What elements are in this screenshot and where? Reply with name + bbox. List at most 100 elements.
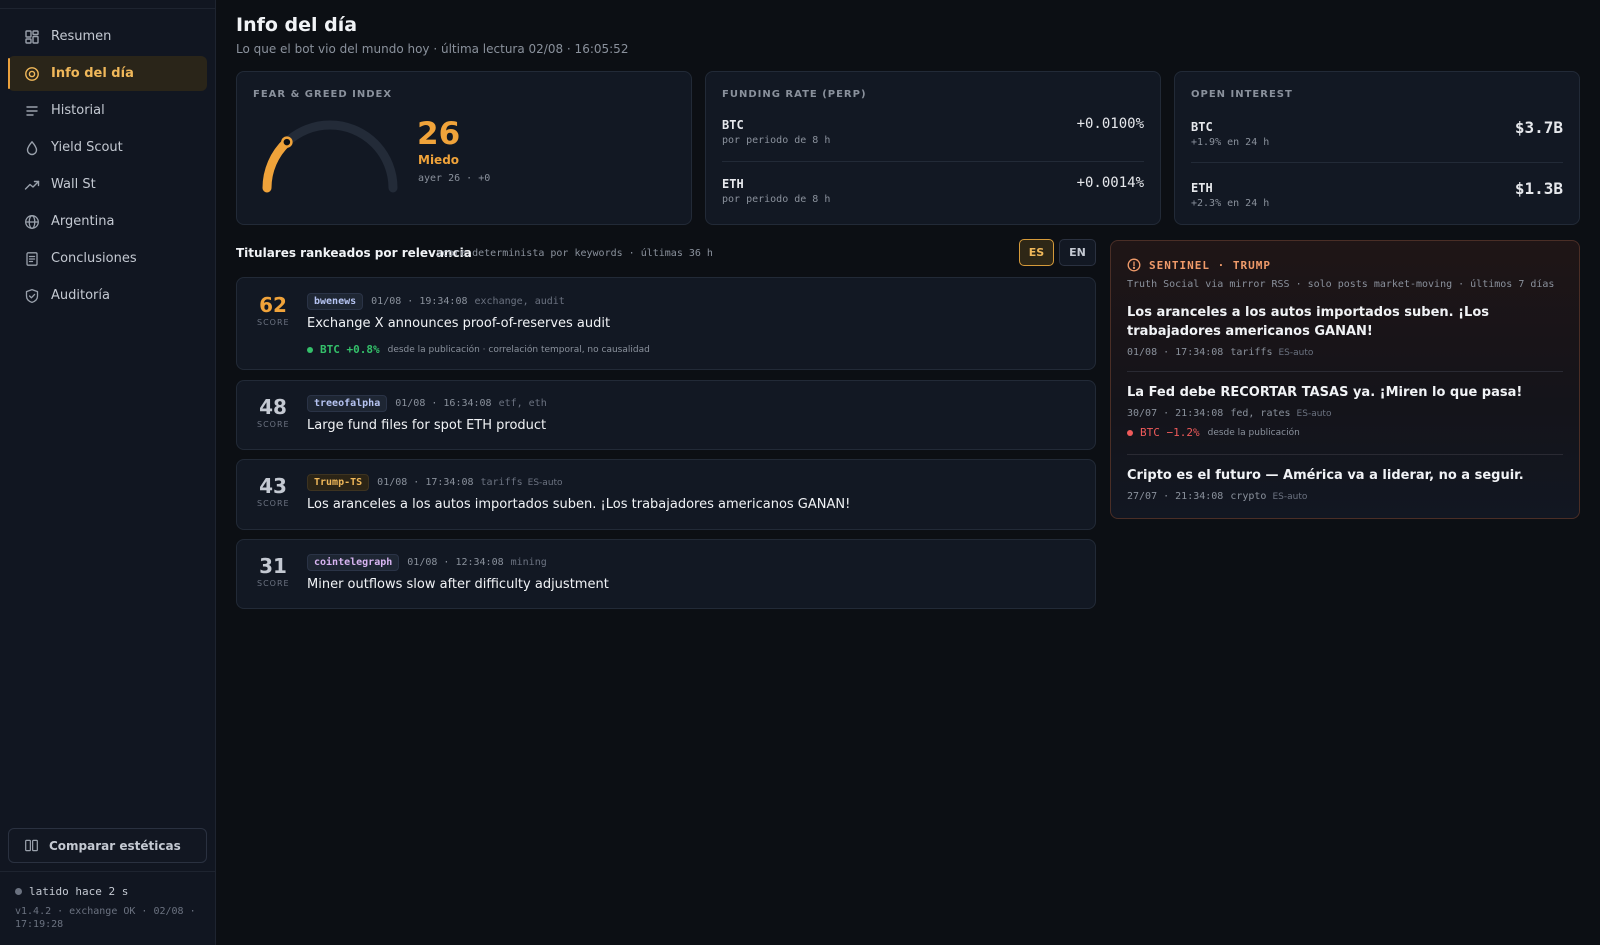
lang-es-button[interactable]: ES <box>1019 239 1054 266</box>
headline-text: Large fund files for spot ETH product <box>307 418 547 433</box>
headline-score: 62 <box>259 293 287 317</box>
headline-meta: bwenews 01/08 · 19:34:08 exchange, audit <box>307 293 565 310</box>
oi-change: +2.3% en 24 h <box>1191 198 1270 209</box>
headline-text: Exchange X announces proof-of-reserves a… <box>307 316 611 331</box>
impact-up-dot-icon <box>307 346 313 353</box>
sidebar-item-label: Auditoría <box>51 288 110 303</box>
headline-card[interactable]: 43 SCORE Trump-TS 01/08 · 17:34:08 tarif… <box>236 459 1096 530</box>
sidebar-divider <box>0 871 215 872</box>
sidebar-item-label: Conclusiones <box>51 251 137 266</box>
auto-translated-tag: ES-auto <box>1278 347 1314 358</box>
post-text: Cripto es el futuro — América va a lider… <box>1127 468 1524 483</box>
headline-tags: mining <box>510 557 547 568</box>
headline-score: 48 <box>259 395 287 419</box>
post-meta: 01/08 · 17:34:08 tariffs ES-auto <box>1127 347 1563 358</box>
divider <box>722 161 1144 162</box>
score-label: SCORE <box>257 499 290 508</box>
main-content: Info del día Lo que el bot vio del mundo… <box>236 0 1580 945</box>
divider <box>1127 371 1563 372</box>
headline-time: 01/08 · 12:34:08 <box>407 557 504 568</box>
post-time: 01/08 · 17:34:08 <box>1127 347 1224 358</box>
alert-circle-icon <box>1127 258 1141 272</box>
headline-text: Los aranceles a los autos importados sub… <box>307 497 851 512</box>
sidebar-item-label: Wall St <box>51 177 96 192</box>
post-meta: 27/07 · 21:34:08 crypto ES-auto <box>1127 491 1563 502</box>
heartbeat-status: latido hace 2 s <box>15 885 128 898</box>
sidebar-nav: Resumen Info del día Historial Yield Sco… <box>8 19 207 315</box>
impact-down-dot-icon <box>1127 429 1133 436</box>
sentinel-post[interactable]: Los aranceles a los autos importados sub… <box>1127 303 1563 358</box>
headline-meta: Trump-TS 01/08 · 17:34:08 tariffs ES-aut… <box>307 474 563 491</box>
oi-change: +1.9% en 24 h <box>1191 137 1270 148</box>
list-icon <box>24 103 40 119</box>
funding-row-eth: ETH por periodo de 8 h +0.0014% <box>722 173 1144 223</box>
compare-aesthetics-button[interactable]: Comparar estéticas <box>8 828 207 863</box>
gauge-track <box>262 120 398 193</box>
post-text: La Fed debe RECORTAR TASAS ya. ¡Miren lo… <box>1127 385 1523 400</box>
score-label: SCORE <box>257 420 290 429</box>
score-label: SCORE <box>257 318 290 327</box>
sidebar-item-label: Yield Scout <box>51 140 123 155</box>
oi-row-btc: BTC +1.9% en 24 h $3.7B <box>1191 116 1563 166</box>
sidebar-item-resumen[interactable]: Resumen <box>8 19 207 54</box>
auto-translated-tag: ES-auto <box>527 477 563 488</box>
headlines-subtitle: score determinista por keywords · última… <box>436 248 713 259</box>
headline-card[interactable]: 62 SCORE bwenews 01/08 · 19:34:08 exchan… <box>236 277 1096 370</box>
fear-greed-yesterday: ayer 26 · +0 <box>418 173 491 184</box>
page-subtitle: Lo que el bot vio del mundo hoy · última… <box>236 42 629 56</box>
funding-period: por periodo de 8 h <box>722 194 831 205</box>
post-impact: BTC −1.2% desde la publicación <box>1127 426 1563 439</box>
funding-rate-label: FUNDING RATE (PERP) <box>722 89 867 100</box>
trending-up-icon <box>24 177 40 193</box>
gauge-knob <box>281 136 293 148</box>
oi-asset: BTC <box>1191 120 1213 134</box>
headline-card[interactable]: 48 SCORE treeofalpha 01/08 · 16:34:08 et… <box>236 380 1096 450</box>
headline-card[interactable]: 31 SCORE cointelegraph 01/08 · 12:34:08 … <box>236 539 1096 609</box>
shield-icon <box>24 288 40 304</box>
page-title: Info del día <box>236 14 358 36</box>
impact-value: BTC +0.8% <box>320 343 380 356</box>
sentinel-trump-panel: SENTINEL · TRUMP Truth Social via mirror… <box>1110 240 1580 519</box>
sidebar-item-info-del-dia[interactable]: Info del día <box>8 56 207 91</box>
headline-score: 31 <box>259 554 287 578</box>
sidebar-item-label: Resumen <box>51 29 112 44</box>
sidebar-item-label: Historial <box>51 103 105 118</box>
score-label: SCORE <box>257 579 290 588</box>
grid-icon <box>24 29 40 45</box>
post-tags: fed, rates <box>1230 408 1291 419</box>
sidebar: Resumen Info del día Historial Yield Sco… <box>0 0 216 945</box>
impact-value: BTC −1.2% <box>1140 426 1200 439</box>
headline-meta: treeofalpha 01/08 · 16:34:08 etf, eth <box>307 395 547 412</box>
funding-asset: BTC <box>722 118 744 132</box>
headline-impact: BTC +0.8% desde la publicación · correla… <box>307 343 650 356</box>
compare-aesthetics-label: Comparar estéticas <box>49 838 181 853</box>
sentinel-post[interactable]: Cripto es el futuro — América va a lider… <box>1127 466 1563 502</box>
sentinel-post[interactable]: La Fed debe RECORTAR TASAS ya. ¡Miren lo… <box>1127 383 1563 439</box>
headline-tags: etf, eth <box>498 398 547 409</box>
divider <box>1191 162 1563 163</box>
version-info: v1.4.2 · exchange OK · 02/08 · 17:19:28 <box>15 906 196 930</box>
impact-note: desde la publicación · correlación tempo… <box>387 344 650 355</box>
sentinel-header: SENTINEL · TRUMP <box>1127 258 1271 272</box>
headline-tags: tariffs <box>480 477 523 488</box>
oi-row-eth: ETH +2.3% en 24 h $1.3B <box>1191 177 1563 227</box>
lang-en-button[interactable]: EN <box>1059 239 1096 266</box>
droplet-icon <box>24 140 40 156</box>
auto-translated-tag: ES-auto <box>1296 408 1332 419</box>
sidebar-item-yield-scout[interactable]: Yield Scout <box>8 130 207 165</box>
headline-tags: exchange, audit <box>474 296 565 307</box>
fear-greed-gauge <box>262 120 398 193</box>
sidebar-item-wall-st[interactable]: Wall St <box>8 167 207 202</box>
auto-translated-tag: ES-auto <box>1272 491 1308 502</box>
sidebar-item-label: Argentina <box>51 214 115 229</box>
sidebar-item-auditoria[interactable]: Auditoría <box>8 278 207 313</box>
document-icon <box>24 251 40 267</box>
divider <box>1127 454 1563 455</box>
post-tags: tariffs <box>1230 347 1273 358</box>
target-icon <box>24 66 40 82</box>
impact-note: desde la publicación <box>1207 427 1300 438</box>
sidebar-item-conclusiones[interactable]: Conclusiones <box>8 241 207 276</box>
sidebar-divider <box>0 8 215 9</box>
sidebar-item-argentina[interactable]: Argentina <box>8 204 207 239</box>
sidebar-item-historial[interactable]: Historial <box>8 93 207 128</box>
